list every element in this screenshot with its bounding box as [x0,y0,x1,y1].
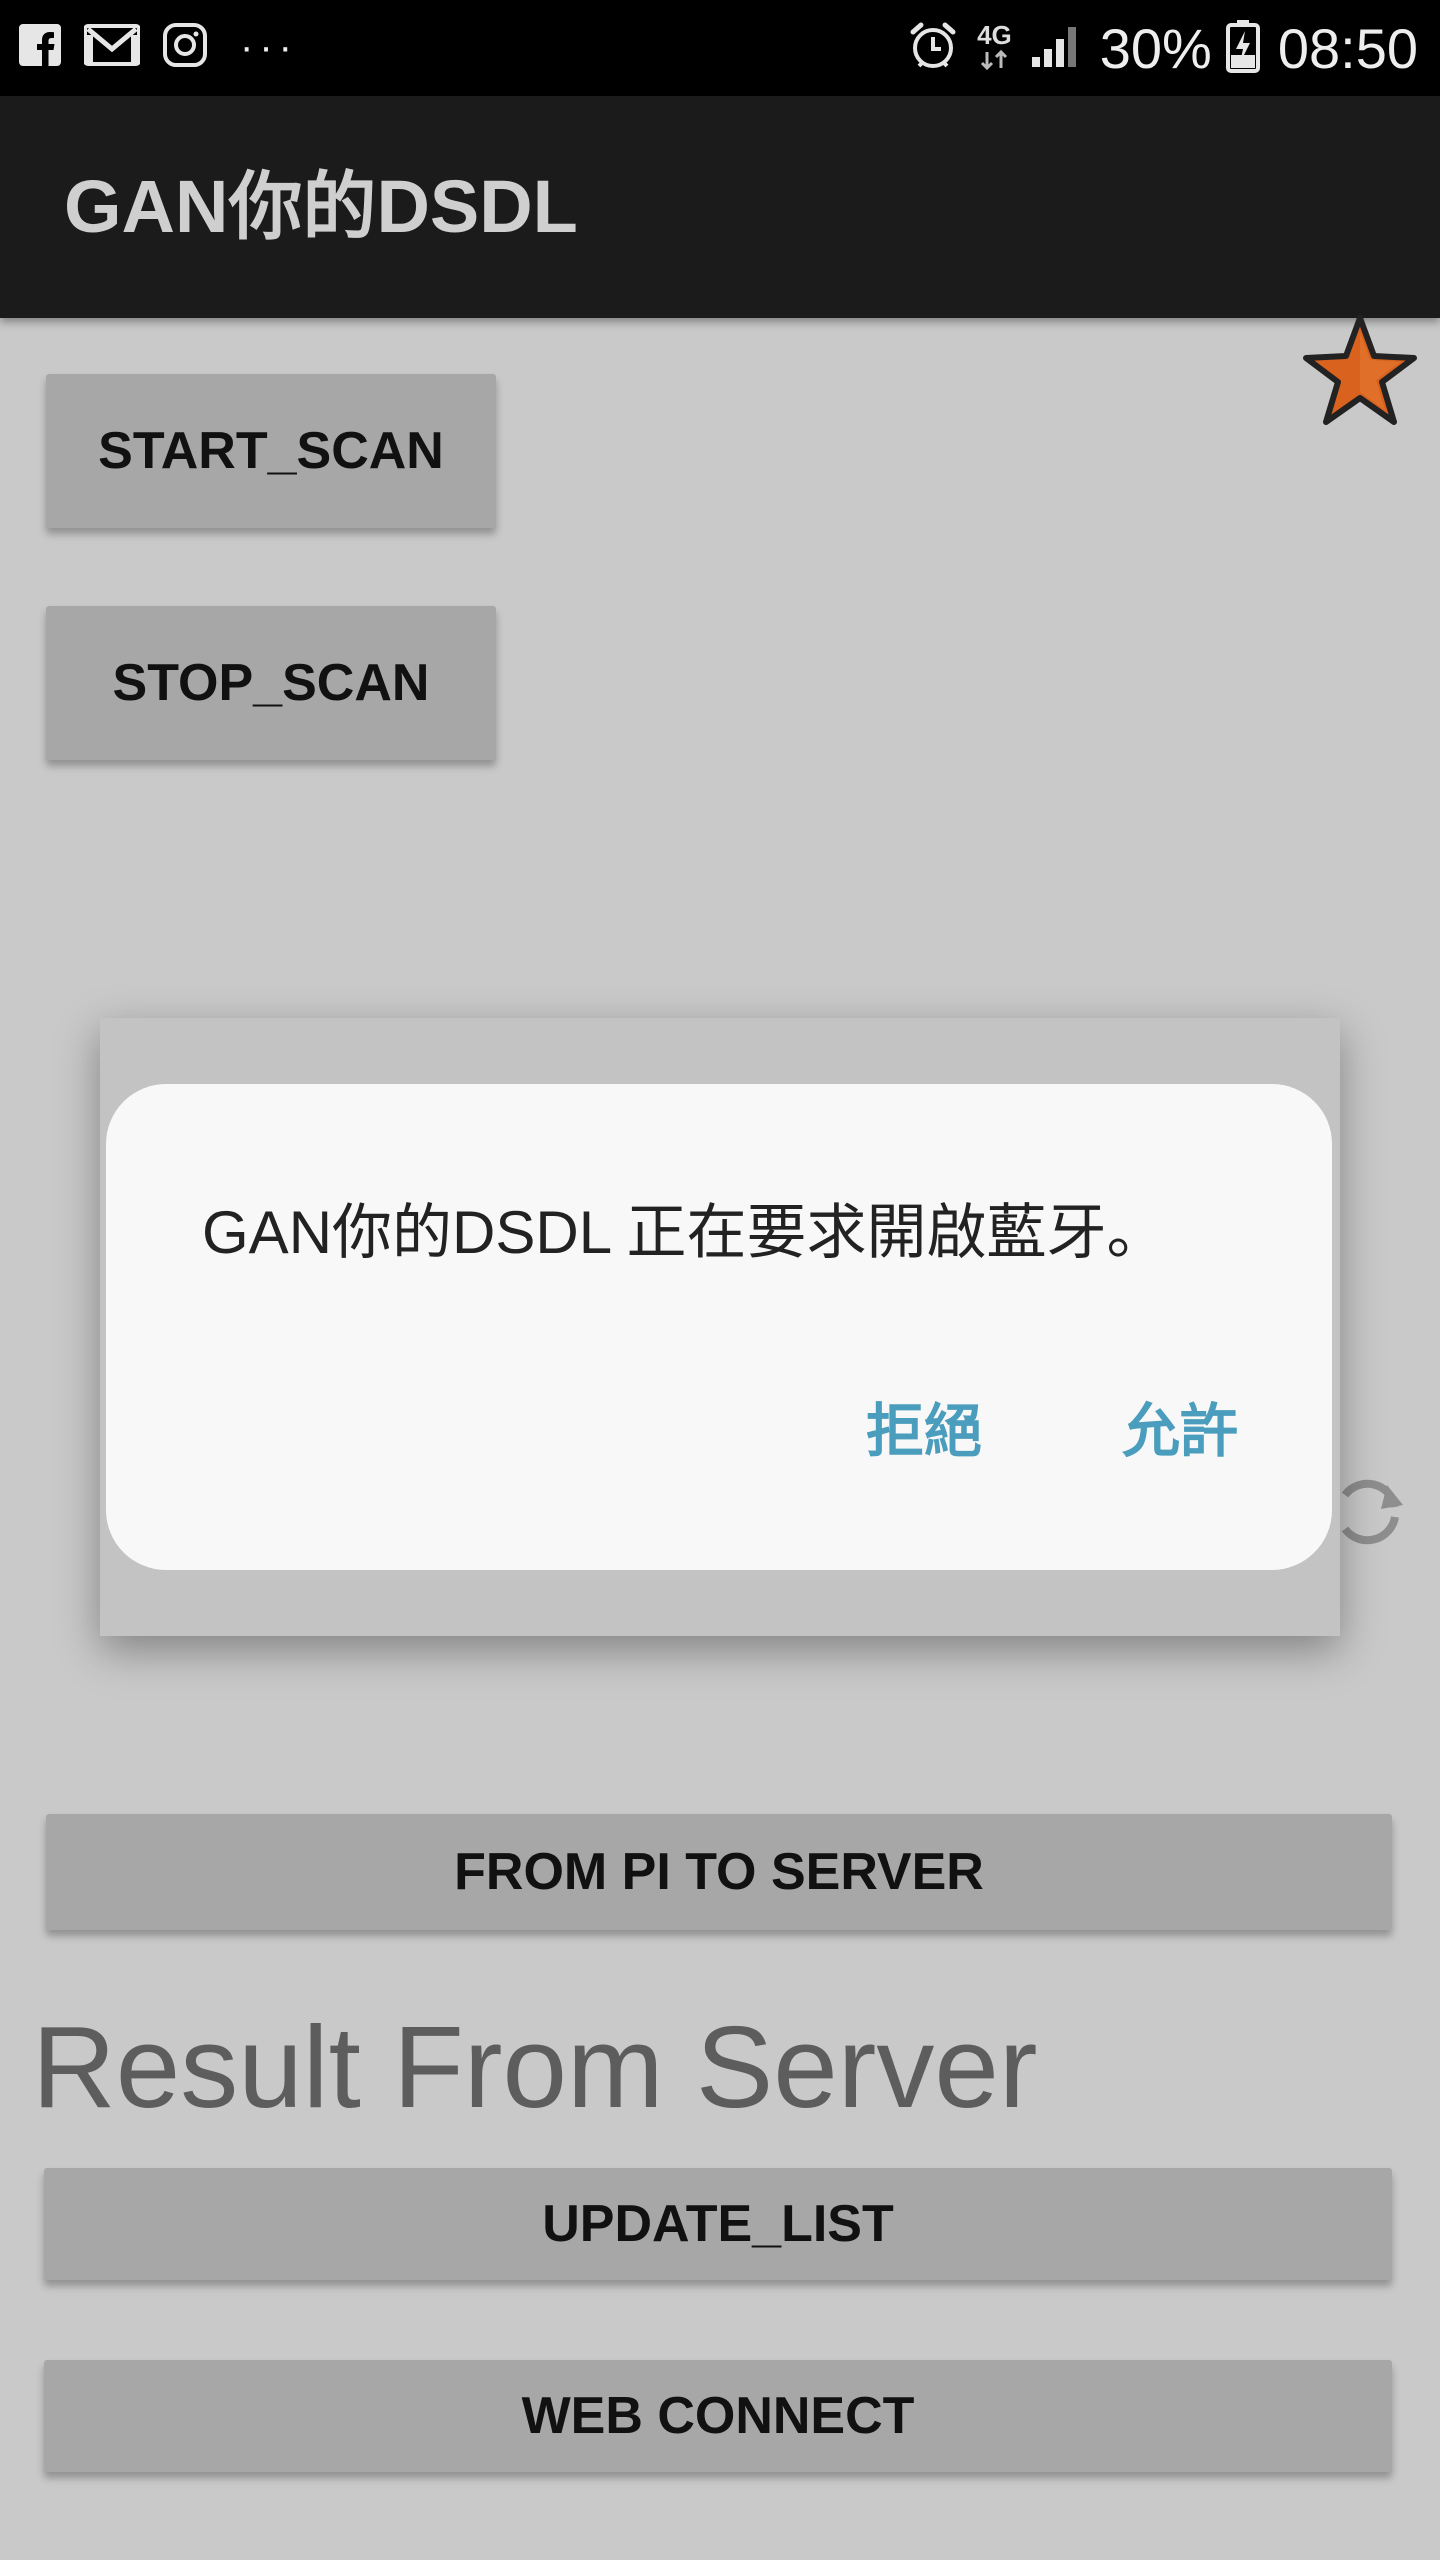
network-type-icon: 4G [977,22,1012,74]
alarm-icon [907,20,959,77]
system-icons: 4G 30% 08:50 [907,16,1418,80]
gmail-icon [83,23,141,72]
instagram-icon [162,22,208,73]
from-pi-to-server-button[interactable]: FROM PI TO SERVER [46,1814,1392,1930]
allow-button[interactable]: 允許 [1102,1374,1258,1478]
clock: 08:50 [1277,16,1418,80]
status-bar: ··· 4G 30% 08:50 [0,0,1440,96]
network-label: 4G [977,20,1012,50]
start-scan-button[interactable]: START_SCAN [46,374,496,528]
stop-scan-button[interactable]: STOP_SCAN [46,606,496,760]
update-list-button[interactable]: UPDATE_LIST [44,2168,1392,2280]
result-heading: Result From Server [32,2002,1038,2132]
notification-icons: ··· [18,22,298,72]
more-notifications-icon: ··· [240,25,298,69]
bluetooth-permission-dialog: GAN你的DSDL 正在要求開啟藍牙。 拒絕 允許 [106,1084,1332,1570]
web-connect-button[interactable]: WEB CONNECT [44,2360,1392,2472]
action-bar: GAN你的DSDL [0,96,1440,318]
deny-button[interactable]: 拒絕 [846,1374,1002,1478]
battery-percent: 30% [1099,16,1212,80]
battery-charging-icon [1225,19,1260,78]
app-title: GAN你的DSDL [64,165,578,248]
dialog-message: GAN你的DSDL 正在要求開啟藍牙。 [202,1199,1167,1266]
favorite-star-icon[interactable] [1300,312,1420,432]
facebook-icon [18,23,62,72]
signal-icon [1030,23,1082,74]
